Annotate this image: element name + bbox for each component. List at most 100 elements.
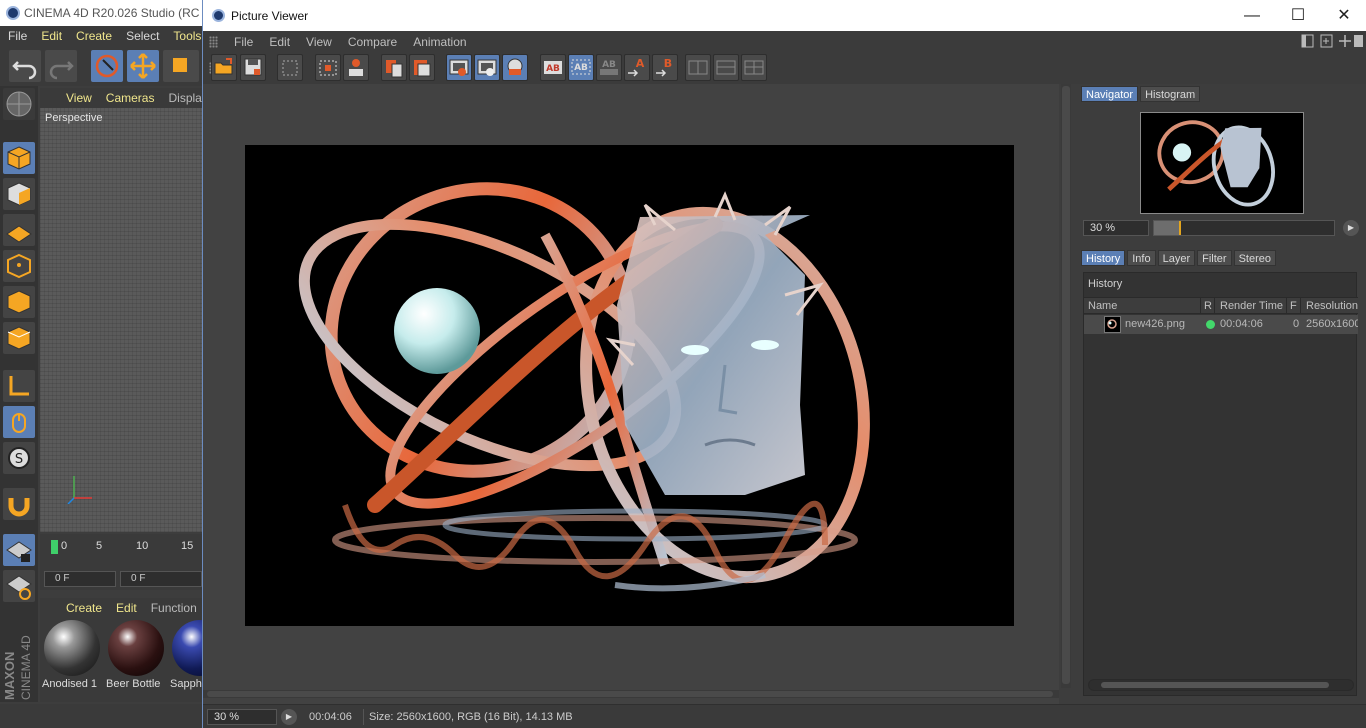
- close-panel-icon[interactable]: [1354, 35, 1363, 47]
- grid-tool-button[interactable]: [3, 88, 35, 120]
- polygons-mode-button[interactable]: [3, 322, 35, 354]
- maximize-button[interactable]: ☐: [1275, 0, 1321, 31]
- ab-swap-button[interactable]: AB: [568, 54, 594, 81]
- column-r[interactable]: R: [1204, 300, 1212, 312]
- history-horizontal-scrollbar[interactable]: [1088, 679, 1354, 691]
- zoom-slider-handle[interactable]: [1179, 221, 1182, 235]
- current-frame-field[interactable]: 0 F: [120, 571, 202, 587]
- material-menu-function[interactable]: Function: [151, 601, 197, 615]
- material-menu-edit[interactable]: Edit: [116, 601, 137, 615]
- live-selection-button[interactable]: [91, 50, 123, 82]
- minimize-button[interactable]: —: [1229, 0, 1275, 31]
- status-zoom-field[interactable]: 30 %: [207, 709, 277, 725]
- material-manager-menubar: Create Edit Function: [40, 598, 202, 618]
- compare-b-button[interactable]: [474, 54, 500, 81]
- points-mode-button[interactable]: [3, 250, 35, 282]
- set-a-button[interactable]: A: [624, 54, 650, 81]
- material-menu-create[interactable]: Create: [66, 601, 102, 615]
- split-quad-button[interactable]: [741, 54, 767, 81]
- scrollbar-thumb[interactable]: [1101, 682, 1329, 688]
- pv-menu-compare[interactable]: Compare: [348, 35, 397, 49]
- open-file-button[interactable]: [211, 54, 237, 81]
- compare-a-button[interactable]: [446, 54, 472, 81]
- planar-workplane-button[interactable]: [3, 570, 35, 602]
- column-render-time[interactable]: Render Time: [1220, 300, 1283, 312]
- image-canvas[interactable]: [203, 84, 1059, 704]
- c4d-menu-edit[interactable]: Edit: [41, 29, 62, 43]
- ab-compare-button[interactable]: AB: [540, 54, 566, 81]
- material-swatch[interactable]: Anodised 1: [42, 620, 102, 690]
- material-swatch[interactable]: Sapphire: [170, 620, 202, 690]
- move-button[interactable]: [127, 50, 159, 82]
- timeline[interactable]: 0 5 10 15: [40, 534, 202, 568]
- c4d-menu-create[interactable]: Create: [76, 29, 112, 43]
- save-button[interactable]: [240, 54, 266, 81]
- edges-mode-button[interactable]: [3, 286, 35, 318]
- material-swatch[interactable]: Beer Bottle: [106, 620, 166, 690]
- region-render-button[interactable]: [315, 54, 341, 81]
- grid-view-button[interactable]: [277, 54, 303, 81]
- column-divider[interactable]: [1214, 298, 1215, 314]
- pv-menu-animation[interactable]: Animation: [413, 35, 466, 49]
- tab-layer[interactable]: Layer: [1157, 250, 1196, 266]
- viewport-menu-cameras[interactable]: Cameras: [106, 91, 155, 105]
- navigator-zoom-slider[interactable]: [1153, 220, 1335, 236]
- scrollbar-thumb[interactable]: [207, 691, 1053, 697]
- column-divider[interactable]: [1300, 298, 1301, 314]
- locked-workplane-button[interactable]: [3, 534, 35, 566]
- solo-button[interactable]: S: [3, 442, 35, 474]
- column-divider[interactable]: [1200, 298, 1201, 314]
- ab-diff-button[interactable]: AB: [596, 54, 622, 81]
- navigator-zoom-field[interactable]: 30 %: [1083, 220, 1149, 236]
- scale-button[interactable]: [163, 50, 199, 82]
- column-name[interactable]: Name: [1088, 300, 1117, 312]
- canvas-vertical-scrollbar[interactable]: [1061, 84, 1071, 688]
- tab-navigator[interactable]: Navigator: [1081, 86, 1139, 102]
- close-button[interactable]: ✕: [1321, 0, 1366, 31]
- c4d-menu-tools[interactable]: Tools: [173, 29, 201, 43]
- navigator-play-button[interactable]: ▶: [1343, 220, 1359, 236]
- navigator-thumbnail[interactable]: [1140, 112, 1304, 214]
- axis-mode-button[interactable]: [3, 370, 35, 402]
- workplane-button[interactable]: [3, 214, 35, 246]
- column-f[interactable]: F: [1290, 300, 1297, 312]
- copy-layer-button[interactable]: [381, 54, 407, 81]
- move-panel-icon[interactable]: [1339, 35, 1351, 47]
- set-b-button[interactable]: B: [652, 54, 678, 81]
- render-settings-button[interactable]: [343, 54, 369, 81]
- perspective-viewport[interactable]: Perspective: [40, 108, 202, 532]
- status-play-button[interactable]: ▶: [281, 709, 297, 725]
- tab-stereo[interactable]: Stereo: [1233, 250, 1276, 266]
- texture-mode-button[interactable]: [3, 178, 35, 210]
- column-resolution[interactable]: Resolution: [1306, 300, 1358, 312]
- pv-menu-view[interactable]: View: [306, 35, 332, 49]
- timeline-playhead[interactable]: [51, 540, 58, 554]
- paste-layer-button[interactable]: [409, 54, 435, 81]
- split-horizontal-button[interactable]: [713, 54, 739, 81]
- stereo-button[interactable]: [502, 54, 528, 81]
- undo-button[interactable]: [9, 50, 41, 82]
- model-mode-button[interactable]: [3, 142, 35, 174]
- history-thumbnail: [1104, 316, 1121, 333]
- scrollbar-thumb[interactable]: [1062, 86, 1070, 684]
- c4d-menu-file[interactable]: File: [8, 29, 27, 43]
- new-panel-icon[interactable]: [1320, 34, 1333, 48]
- snap-button[interactable]: [3, 488, 35, 520]
- panel-layout-icon[interactable]: [1301, 34, 1314, 48]
- pv-menu-file[interactable]: File: [234, 35, 253, 49]
- c4d-menu-select[interactable]: Select: [126, 29, 159, 43]
- canvas-horizontal-scrollbar[interactable]: [203, 690, 1059, 698]
- tab-histogram[interactable]: Histogram: [1140, 86, 1201, 102]
- tweak-mode-button[interactable]: [3, 406, 35, 438]
- tab-filter[interactable]: Filter: [1197, 250, 1232, 266]
- rendered-image[interactable]: [245, 145, 1014, 626]
- history-row[interactable]: new426.png 00:04:06 0 2560x1600: [1084, 315, 1358, 334]
- viewport-menu-view[interactable]: View: [66, 91, 92, 105]
- start-frame-field[interactable]: 0 F: [44, 571, 116, 587]
- column-divider[interactable]: [1286, 298, 1287, 314]
- split-vertical-button[interactable]: [685, 54, 711, 81]
- redo-button[interactable]: [45, 50, 77, 82]
- pv-menu-edit[interactable]: Edit: [269, 35, 290, 49]
- tab-info[interactable]: Info: [1127, 250, 1156, 266]
- tab-history[interactable]: History: [1081, 250, 1126, 266]
